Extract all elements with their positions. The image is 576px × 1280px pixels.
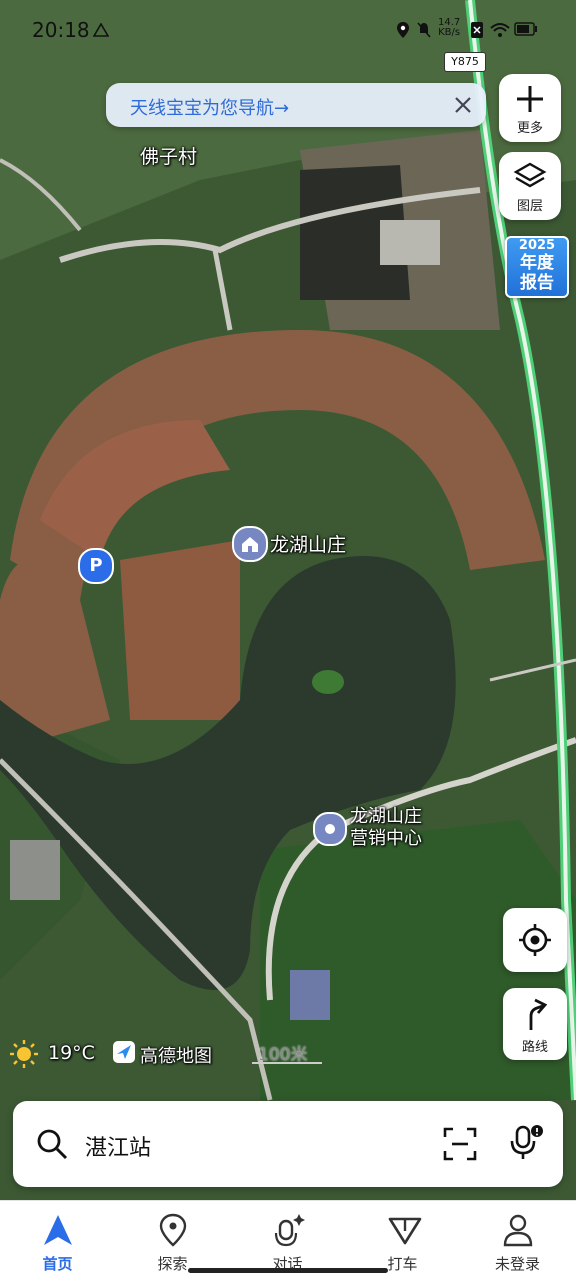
poi-label-sales[interactable]: 龙湖山庄 营销中心 bbox=[350, 806, 422, 850]
location-pin-icon bbox=[159, 1213, 187, 1247]
weather-temperature[interactable]: 19°C bbox=[48, 1042, 95, 1064]
parking-icon[interactable]: P bbox=[78, 548, 114, 584]
report-title-line1: 年度 bbox=[520, 253, 554, 273]
locate-button[interactable] bbox=[503, 908, 567, 972]
house-icon bbox=[242, 537, 258, 552]
tab-profile[interactable]: 未登录 bbox=[460, 1201, 575, 1280]
more-label: 更多 bbox=[516, 121, 543, 136]
layers-label: 图层 bbox=[516, 199, 543, 214]
residence-poi-icon[interactable] bbox=[232, 526, 268, 562]
brand-label: 高德地图 bbox=[140, 1046, 212, 1067]
home-indicator[interactable] bbox=[188, 1268, 388, 1273]
scan-icon[interactable] bbox=[443, 1127, 477, 1161]
close-icon[interactable] bbox=[448, 90, 478, 120]
wifi-icon bbox=[490, 23, 510, 37]
sales-center-poi-icon[interactable] bbox=[313, 812, 347, 846]
layers-icon bbox=[513, 162, 547, 188]
poi-label-sales-line2: 营销中心 bbox=[350, 828, 422, 849]
tab-home[interactable]: 首页 bbox=[0, 1201, 115, 1280]
sun-icon bbox=[10, 1040, 38, 1068]
mute-icon bbox=[417, 22, 431, 38]
network-speed-unit: KB/s bbox=[438, 27, 461, 38]
tab-profile-label: 未登录 bbox=[494, 1255, 540, 1273]
satellite-map[interactable] bbox=[0, 0, 576, 1200]
scale-bar bbox=[252, 1062, 322, 1064]
warning-icon bbox=[93, 23, 109, 37]
search-icon bbox=[37, 1129, 68, 1160]
report-title-line2: 报告 bbox=[520, 273, 554, 293]
amap-logo-icon bbox=[113, 1041, 135, 1063]
report-year: 2025 bbox=[518, 238, 556, 253]
search-input[interactable]: 湛江站 bbox=[85, 1130, 151, 1162]
navigation-banner[interactable]: 天线宝宝为您导航→ bbox=[106, 83, 486, 127]
tab-home-label: 首页 bbox=[42, 1255, 73, 1273]
more-button[interactable]: 更多 bbox=[499, 74, 561, 142]
navigation-arrow-icon bbox=[44, 1215, 72, 1245]
dot-icon bbox=[325, 824, 335, 834]
route-label: 路线 bbox=[521, 1040, 548, 1055]
poi-label-sales-line1: 龙湖山庄 bbox=[350, 806, 422, 827]
network-speed: 14.7 KB/s bbox=[438, 18, 460, 38]
route-button[interactable]: 路线 bbox=[503, 988, 567, 1060]
layers-button[interactable]: 图层 bbox=[499, 152, 561, 220]
sim-icon bbox=[471, 22, 483, 38]
annual-report-badge[interactable]: 2025 年度 报告 bbox=[505, 236, 569, 298]
map-app-screen: Y875 佛子村 龙湖山庄 P 龙湖山庄 营销中心 20:18 14.7 KB/… bbox=[0, 0, 576, 1280]
search-box[interactable]: 湛江站 bbox=[13, 1101, 563, 1187]
battery-icon bbox=[514, 22, 537, 36]
status-bar: 20:18 14.7 KB/s bbox=[0, 0, 576, 60]
location-icon bbox=[397, 22, 409, 38]
crosshair-icon bbox=[519, 924, 551, 956]
village-label: 佛子村 bbox=[140, 146, 198, 168]
route-turn-icon bbox=[529, 998, 548, 1030]
plus-icon bbox=[517, 86, 543, 112]
poi-label-main[interactable]: 龙湖山庄 bbox=[270, 530, 346, 557]
taxi-icon bbox=[388, 1217, 422, 1245]
microphone-icon[interactable] bbox=[507, 1123, 547, 1163]
banner-text[interactable]: 天线宝宝为您导航→ bbox=[130, 94, 289, 120]
clock: 20:18 bbox=[32, 18, 90, 42]
user-icon bbox=[503, 1214, 533, 1247]
microphone-sparkle-icon bbox=[274, 1214, 305, 1247]
